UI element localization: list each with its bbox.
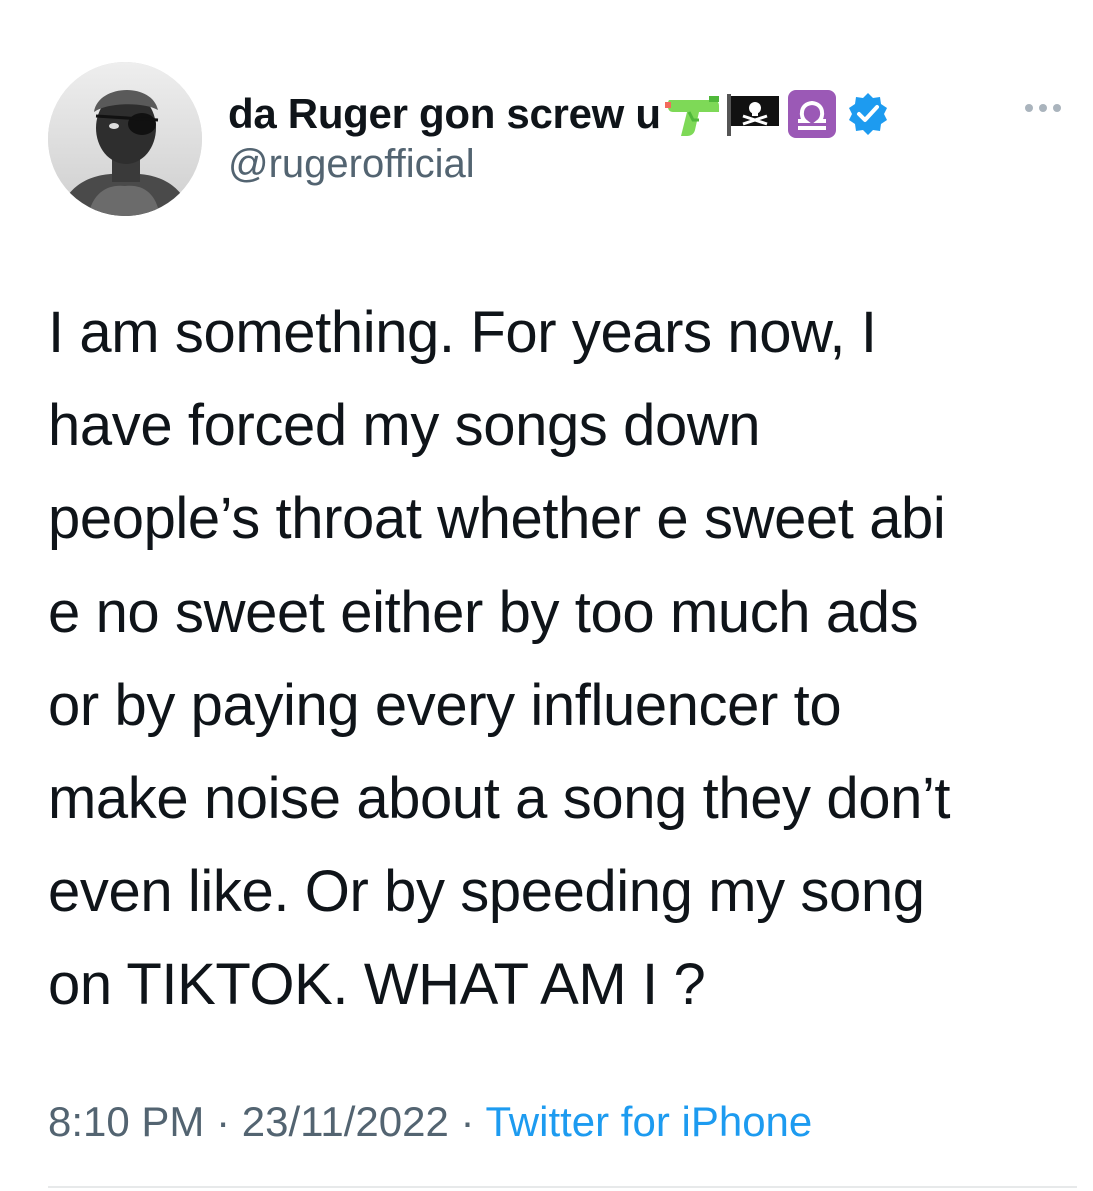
tweet-text-line: e no sweet either by too much ads: [48, 579, 919, 645]
tweet-text-line: people’s throat whether e sweet abi: [48, 486, 946, 552]
tweet-text-line: I am something. For years now, I: [48, 300, 877, 365]
libra-icon: [787, 89, 837, 139]
more-dot: [1039, 104, 1047, 112]
tweet: da Ruger gon screw u @rugerofficial I am…: [0, 0, 1093, 1191]
tweet-text: I am something. For years now, I have fo…: [48, 286, 1058, 1032]
tweet-text-line: have forced my songs down: [48, 393, 761, 459]
pirate-flag-icon: [725, 90, 781, 138]
tweet-time[interactable]: 8:10 PM: [48, 1098, 204, 1145]
avatar[interactable]: [48, 62, 202, 216]
tweet-metadata: 8:10 PM · 23/11/2022 · Twitter for iPhon…: [48, 1098, 812, 1146]
tweet-text-line: on TIKTOK. WHAT AM I ?: [48, 952, 706, 1018]
more-dot: [1025, 104, 1033, 112]
water-pistol-icon: [664, 90, 723, 138]
meta-separator: ·: [460, 1098, 475, 1145]
tweet-source-link[interactable]: Twitter for iPhone: [485, 1098, 812, 1145]
author-handle[interactable]: @rugerofficial: [228, 142, 475, 187]
divider: [48, 1186, 1077, 1188]
more-options-icon[interactable]: [1025, 104, 1061, 112]
tweet-text-line: or by paying every influencer to: [48, 672, 842, 738]
tweet-text-line: even like. Or by speeding my song: [48, 859, 925, 925]
tweet-text-line: make noise about a song they don’t: [48, 766, 951, 832]
verified-badge-icon: [845, 91, 891, 137]
more-dot: [1053, 104, 1061, 112]
author-name-row[interactable]: da Ruger gon screw u: [228, 86, 891, 142]
meta-separator: ·: [216, 1098, 231, 1145]
display-name[interactable]: da Ruger gon screw u: [228, 90, 661, 138]
tweet-date[interactable]: 23/11/2022: [242, 1098, 449, 1145]
